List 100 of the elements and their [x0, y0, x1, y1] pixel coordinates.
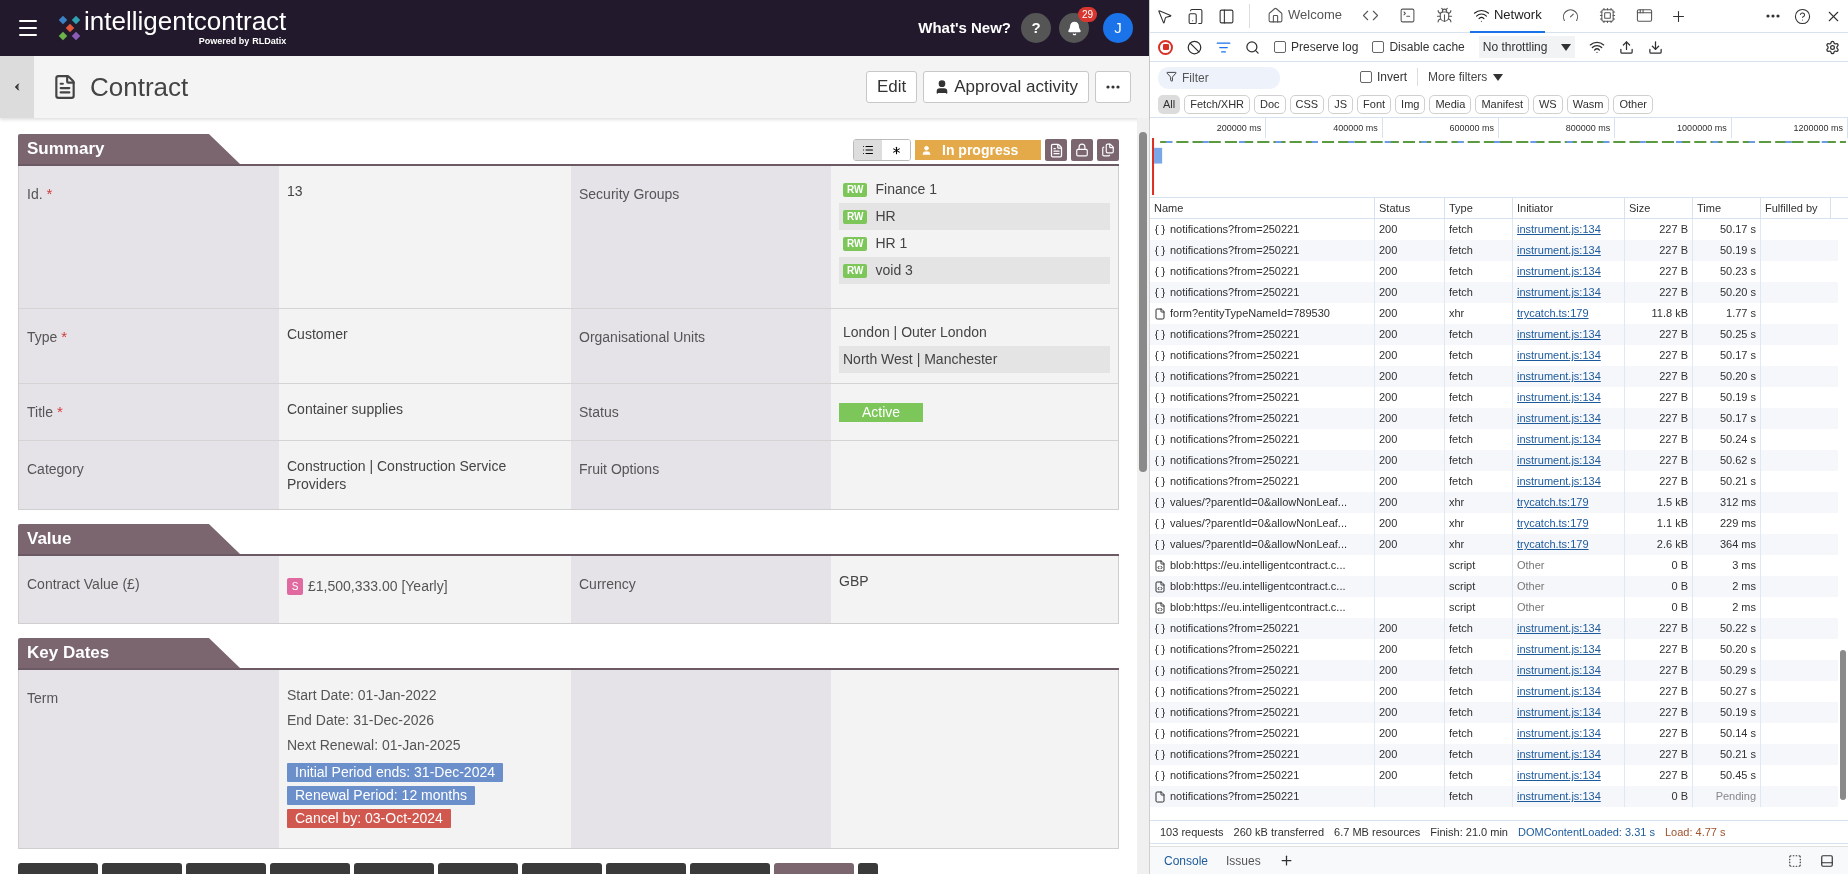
initiator-link[interactable]: instrument.js:134 [1517, 412, 1601, 424]
edit-button[interactable]: Edit [865, 71, 918, 103]
request-size: 0 B [1671, 559, 1688, 571]
request-size: 227 B [1659, 706, 1688, 718]
initiator-link[interactable]: instrument.js:134 [1517, 349, 1601, 361]
summary-stat: Load: 4.77 s [1664, 824, 1726, 840]
initiator-link[interactable]: instrument.js:134 [1517, 391, 1601, 403]
status-code: 200 [1379, 223, 1398, 235]
more-filters-dropdown[interactable]: More filters [1428, 68, 1504, 86]
lock-button[interactable] [1071, 139, 1093, 161]
initiator-link[interactable]: instrument.js:134 [1517, 727, 1601, 739]
initiator-link[interactable]: trycatch.ts:179 [1517, 538, 1589, 550]
type-filter-chip[interactable]: WS [1532, 95, 1563, 114]
initiator-link[interactable]: instrument.js:134 [1517, 244, 1601, 256]
braces-icon [1154, 454, 1166, 467]
request-row[interactable]: values/?parentId=0&allowNonLeaf... 200 xhr trycatch.ts:179 2.6 kB 364 ms [1150, 534, 1838, 555]
filter-icon [1216, 39, 1231, 55]
filter-field[interactable]: Filter [1158, 67, 1280, 89]
braces-icon [1154, 748, 1166, 761]
request-row[interactable]: notifications?from=250221 200 fetch instrument.js:134 227 B 50.20 s [1150, 282, 1838, 303]
request-type: script [1449, 580, 1476, 592]
initiator-link[interactable]: instrument.js:134 [1517, 328, 1601, 340]
column-header[interactable]: Time [1693, 198, 1761, 218]
request-row[interactable]: notifications?from=250221 200 fetch instrument.js:134 227 B 50.25 s [1150, 324, 1838, 345]
initiator-link[interactable]: trycatch.ts:179 [1517, 517, 1589, 529]
form-view-button[interactable] [1045, 139, 1067, 161]
request-row[interactable]: notifications?from=250221 200 fetch instrument.js:134 227 B 50.19 s [1150, 702, 1838, 723]
request-row[interactable]: values/?parentId=0&allowNonLeaf... 200 xhr trycatch.ts:179 1.5 kB 312 ms [1150, 492, 1838, 513]
initiator-link[interactable]: instrument.js:134 [1517, 475, 1601, 487]
column-header[interactable]: Status [1375, 198, 1445, 218]
scrollbar[interactable] [1137, 118, 1149, 874]
initiator-link[interactable]: instrument.js:134 [1517, 454, 1601, 466]
initiator-link[interactable]: instrument.js:134 [1517, 685, 1601, 697]
drawer-tab[interactable]: Issues [1226, 851, 1261, 870]
caret-icon [1561, 43, 1572, 51]
initiator-link[interactable]: instrument.js:134 [1517, 769, 1601, 781]
section-title: Value [27, 528, 72, 551]
initiator-link[interactable]: instrument.js:134 [1517, 370, 1601, 382]
more-button[interactable] [1095, 71, 1131, 103]
request-type: fetch [1449, 622, 1473, 634]
documents-button[interactable] [1097, 139, 1119, 161]
type-filter-chip[interactable]: Img [1395, 95, 1426, 114]
braces-icon [1154, 244, 1166, 257]
record-icon[interactable] [1158, 39, 1173, 55]
column-header[interactable]: Size [1625, 198, 1693, 218]
column-header[interactable]: Name [1150, 198, 1375, 218]
lock-icon [1075, 143, 1089, 157]
initiator-link[interactable]: trycatch.ts:179 [1517, 496, 1589, 508]
request-type: fetch [1449, 475, 1473, 487]
whats-new-link[interactable]: What's New? [918, 16, 1011, 40]
type-filter-chip[interactable]: Manifest [1475, 95, 1529, 114]
request-row[interactable]: blob:https://eu.intelligentcontract.c... script Other 0 B 2 ms [1150, 576, 1838, 597]
initiator-link[interactable]: instrument.js:134 [1517, 622, 1601, 634]
request-row[interactable]: notifications?from=250221 200 fetch instrument.js:134 227 B 50.20 s [1150, 366, 1838, 387]
type-filter-chip[interactable]: Fetch/XHR [1184, 95, 1251, 114]
type-filter-chip[interactable]: JS [1328, 95, 1354, 114]
notification-count: 29 [1077, 7, 1097, 22]
throttling-dropdown[interactable]: No throttling [1478, 36, 1576, 58]
type-filter-chip[interactable]: Doc [1254, 95, 1286, 114]
document-icon [1154, 790, 1166, 803]
initiator-link[interactable]: instrument.js:134 [1517, 748, 1601, 760]
initiator-link[interactable]: instrument.js:134 [1517, 664, 1601, 676]
request-type: fetch [1449, 727, 1473, 739]
checkbox[interactable]: Preserve log [1274, 38, 1359, 56]
drawer-tab[interactable]: Console [1164, 851, 1209, 870]
column-header[interactable]: Type [1445, 198, 1513, 218]
type-filter-chip[interactable]: Other [1613, 95, 1653, 114]
request-size: 227 B [1659, 412, 1688, 424]
initiator-link[interactable]: instrument.js:134 [1517, 286, 1601, 298]
request-row[interactable]: notifications?from=250221 200 fetch instrument.js:134 227 B 50.21 s [1150, 744, 1838, 765]
column-header[interactable]: Initiator [1513, 198, 1625, 218]
type-filter-chip[interactable]: Font [1357, 95, 1392, 114]
checkbox[interactable]: Disable cache [1372, 38, 1465, 56]
status-code: 200 [1379, 496, 1398, 508]
braces-icon [1154, 538, 1166, 551]
view-toggle[interactable] [854, 140, 882, 160]
initiator-link[interactable]: instrument.js:134 [1517, 706, 1601, 718]
type-filter-chip[interactable]: CSS [1289, 95, 1325, 114]
initiator-link[interactable]: trycatch.ts:179 [1517, 307, 1589, 319]
request-row[interactable]: notifications?from=250221 200 fetch instrument.js:134 227 B 50.19 s [1150, 240, 1838, 261]
request-row[interactable]: notifications?from=250221 200 fetch instrument.js:134 227 B 50.29 s [1150, 660, 1838, 681]
type-filter-chip[interactable]: All [1158, 95, 1181, 114]
column-header[interactable]: Fulfilled by [1761, 198, 1831, 218]
panel-tab[interactable]: Welcome [1264, 0, 1345, 33]
documents-icon [1101, 143, 1115, 157]
initiator-link[interactable]: instrument.js:134 [1517, 265, 1601, 277]
request-row[interactable]: notifications?from=250221 fetch instrument.js:134 0 B Pending [1150, 786, 1838, 807]
initiator-link[interactable]: instrument.js:134 [1517, 643, 1601, 655]
initiator-link[interactable]: instrument.js:134 [1517, 223, 1601, 235]
initiator-link[interactable]: instrument.js:134 [1517, 433, 1601, 445]
user-avatar[interactable]: J [1103, 13, 1133, 43]
approval-activity-button[interactable]: Approval activity [923, 71, 1089, 103]
type-filter-chip[interactable]: Wasm [1566, 95, 1610, 114]
request-row[interactable]: notifications?from=250221 200 fetch instrument.js:134 227 B 50.17 s [1150, 408, 1838, 429]
help-button[interactable]: ? [1021, 13, 1051, 43]
checkbox[interactable]: Invert [1360, 68, 1407, 86]
type-filter-chip[interactable]: Media [1429, 95, 1472, 114]
request-row[interactable]: notifications?from=250221 200 fetch instrument.js:134 227 B 50.22 s [1150, 618, 1838, 639]
initiator-link[interactable]: instrument.js:134 [1517, 790, 1601, 802]
request-row[interactable]: notifications?from=250221 200 fetch instrument.js:134 227 B 50.62 s [1150, 450, 1838, 471]
